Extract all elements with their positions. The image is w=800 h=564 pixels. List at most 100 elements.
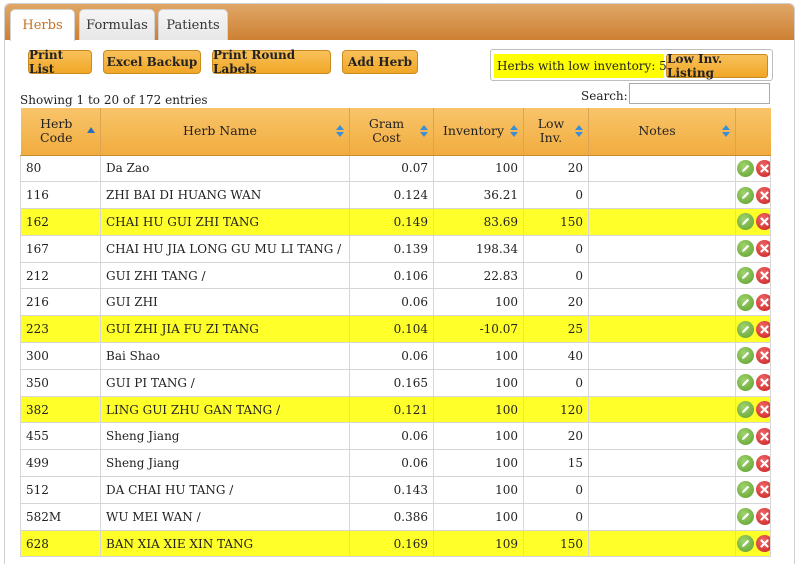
pencil-icon[interactable] <box>737 267 754 285</box>
cell-herb-code: 167 <box>20 235 101 263</box>
column-header-herb-code[interactable]: Herb Code <box>20 108 101 156</box>
table-row[interactable]: 223 GUI ZHI JIA FU ZI TANG 0.104 -10.07 25 <box>20 315 771 344</box>
cell-actions <box>735 342 771 370</box>
search-input[interactable] <box>629 83 770 104</box>
close-icon[interactable] <box>756 293 770 311</box>
cell-low-inv: 150 <box>523 208 589 236</box>
column-header-herb-name[interactable]: Herb Name <box>100 108 350 156</box>
pencil-icon[interactable] <box>737 508 754 526</box>
tab-patients[interactable]: Patients <box>158 9 228 40</box>
close-icon[interactable] <box>756 481 770 499</box>
close-icon[interactable] <box>756 240 770 258</box>
cell-herb-code: 162 <box>20 208 101 236</box>
pencil-icon[interactable] <box>737 427 754 445</box>
column-label-notes: Notes <box>638 123 676 139</box>
pencil-icon[interactable] <box>737 186 754 204</box>
cell-actions <box>735 235 771 263</box>
close-icon[interactable] <box>756 267 770 285</box>
add-herb-button[interactable]: Add Herb <box>342 50 418 74</box>
excel-backup-button[interactable]: Excel Backup <box>103 50 201 74</box>
close-icon[interactable] <box>756 213 770 231</box>
close-icon[interactable] <box>756 186 770 204</box>
sort-icon <box>575 125 583 138</box>
low-inventory-panel: Herbs with low inventory: 59 Low Inv. Li… <box>490 49 773 81</box>
table-row[interactable]: 499 Sheng Jiang 0.06 100 15 <box>20 449 771 478</box>
print-round-labels-button[interactable]: Print Round Labels <box>212 48 331 76</box>
low-inventory-listing-button[interactable]: Low Inv. Listing <box>666 52 768 80</box>
close-icon[interactable] <box>756 454 770 472</box>
cell-inventory: 83.69 <box>433 208 524 236</box>
table-row[interactable]: 212 GUI ZHI TANG /0.106 22.83 0 <box>20 262 771 290</box>
table-row[interactable]: 116 ZHI BAI DI HUANG WAN 0.124 36.21 0 <box>20 181 771 210</box>
close-icon[interactable] <box>756 401 770 419</box>
cell-gram-cost: 0.165 <box>349 369 434 397</box>
cell-herb-name: CHAI HU GUI ZHI TANG <box>100 208 350 236</box>
column-label-herb-code: Herb Code <box>40 115 73 146</box>
table-row[interactable]: 300 Bai Shao 0.06 100 40 <box>20 342 771 370</box>
close-icon[interactable] <box>756 535 770 553</box>
table-row[interactable]: 162 CHAI HU GUI ZHI TANG 0.149 83.69 150 <box>20 208 771 236</box>
pencil-icon[interactable] <box>737 481 754 499</box>
pencil-icon[interactable] <box>737 347 754 365</box>
cell-notes <box>588 530 736 558</box>
pencil-icon[interactable] <box>737 213 754 231</box>
column-header-gram-cost[interactable]: Gram Cost <box>349 108 434 156</box>
cell-low-inv: 0 <box>523 262 589 290</box>
sort-icon <box>336 125 344 138</box>
pencil-icon[interactable] <box>737 401 754 419</box>
cell-notes <box>588 181 736 210</box>
cell-gram-cost: 0.121 <box>349 396 434 424</box>
pencil-icon[interactable] <box>737 454 754 472</box>
column-header-low-inv[interactable]: Low Inv. <box>523 108 589 156</box>
cell-actions <box>735 288 771 317</box>
cell-herb-name: BAN XIA XIE XIN TANG <box>100 530 350 558</box>
column-header-notes[interactable]: Notes <box>588 108 736 156</box>
close-icon[interactable] <box>756 347 770 365</box>
cell-herb-name: Da Zao <box>100 155 350 183</box>
table-row[interactable]: 628 BAN XIA XIE XIN TANG 0.169 109 150 <box>20 530 771 558</box>
cell-actions <box>735 422 771 451</box>
close-icon[interactable] <box>756 159 770 177</box>
cell-herb-name: WU MEI WAN / <box>100 503 350 531</box>
pencil-icon[interactable] <box>737 293 754 311</box>
cell-notes <box>588 155 736 183</box>
close-icon[interactable] <box>756 508 770 526</box>
close-icon[interactable] <box>756 427 770 445</box>
table-row[interactable]: 350 GUI PI TANG /0.165 100 0 <box>20 369 771 397</box>
tab-herbs[interactable]: Herbs <box>10 9 75 41</box>
table-row[interactable]: 455 Sheng Jiang 0.06 100 20 <box>20 422 771 451</box>
cell-herb-code: 216 <box>20 288 101 317</box>
cell-inventory: 100 <box>433 155 524 183</box>
column-header-inventory[interactable]: Inventory <box>433 108 524 156</box>
cell-gram-cost: 0.149 <box>349 208 434 236</box>
table-row[interactable]: 80 Da Zao 0.07 100 20 <box>20 155 771 183</box>
cell-gram-cost: 0.06 <box>349 422 434 451</box>
pencil-icon[interactable] <box>737 240 754 258</box>
cell-low-inv: 0 <box>523 503 589 531</box>
table-row[interactable]: 167 CHAI HU JIA LONG GU MU LI TANG /0.139… <box>20 235 771 263</box>
close-icon[interactable] <box>756 374 770 392</box>
cell-herb-name: Bai Shao <box>100 342 350 370</box>
pencil-icon[interactable] <box>737 159 754 177</box>
close-icon[interactable] <box>756 320 770 338</box>
pencil-icon[interactable] <box>737 374 754 392</box>
print-list-button[interactable]: Print List <box>28 48 92 76</box>
column-label-herb-name: Herb Name <box>183 123 257 139</box>
pencil-icon[interactable] <box>737 535 754 553</box>
cell-inventory: 100 <box>433 369 524 397</box>
cell-notes <box>588 449 736 478</box>
table-row[interactable]: 382 LING GUI ZHU GAN TANG /0.121 100 120 <box>20 396 771 424</box>
cell-notes <box>588 422 736 451</box>
table-row[interactable]: 512 DA CHAI HU TANG /0.143 100 0 <box>20 476 771 504</box>
tab-formulas[interactable]: Formulas <box>79 9 155 40</box>
sort-icon <box>510 125 518 138</box>
cell-inventory: 100 <box>433 503 524 531</box>
cell-inventory: 100 <box>433 342 524 370</box>
table-row[interactable]: 582M WU MEI WAN /0.386 100 0 <box>20 503 771 531</box>
sort-icon <box>722 125 730 138</box>
cell-low-inv: 25 <box>523 315 589 344</box>
column-label-inventory: Inventory <box>442 123 505 139</box>
cell-inventory: 100 <box>433 288 524 317</box>
pencil-icon[interactable] <box>737 320 754 338</box>
table-row[interactable]: 216 GUI ZHI 0.06 100 20 <box>20 288 771 317</box>
